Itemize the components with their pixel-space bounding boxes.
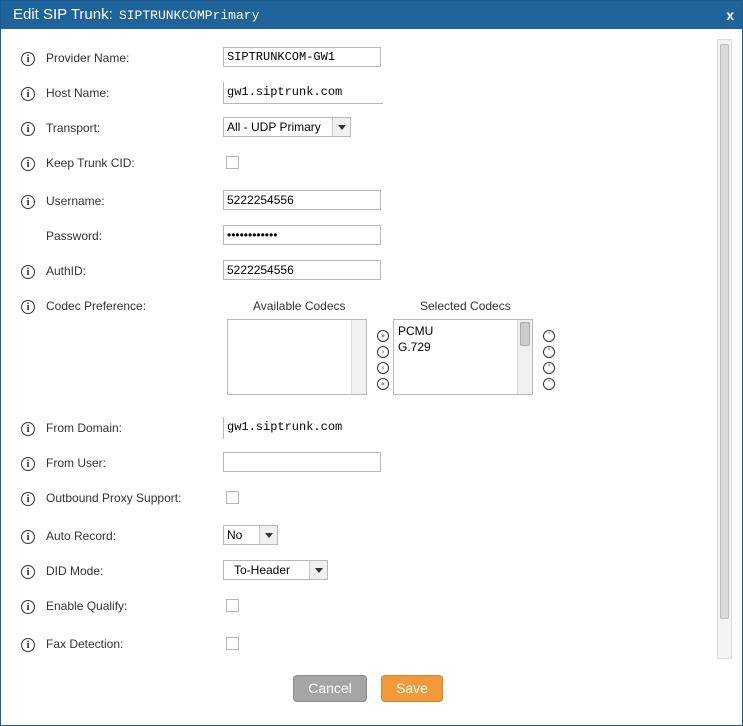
chevron-down-icon[interactable] [259, 526, 277, 544]
dialog-titlebar: Edit SIP Trunk: SIPTRUNKCOMPrimary x [1, 1, 742, 29]
move-all-left-icon[interactable]: « [377, 378, 389, 390]
fax-detection-label: Fax Detection: [46, 637, 124, 651]
content-scrollbar[interactable] [717, 39, 732, 659]
info-icon[interactable]: i [21, 157, 35, 171]
selected-codecs-list[interactable]: PCMU G.729 [393, 319, 533, 395]
enable-qualify-checkbox[interactable] [226, 599, 239, 612]
from-user-label: From User: [46, 456, 106, 470]
codec-preference-label: Codec Preference: [46, 299, 147, 313]
host-name-field[interactable]: gw1.siptrunk.com [223, 82, 383, 104]
available-codecs-list[interactable] [227, 319, 367, 395]
cancel-button[interactable]: Cancel [293, 675, 367, 702]
provider-name-label: Provider Name: [46, 51, 130, 65]
row-password: Password: [1, 225, 701, 249]
transport-select[interactable]: All - UDP Primary [223, 117, 351, 137]
auto-record-label: Auto Record: [46, 529, 117, 543]
row-transport: i Transport: All - UDP Primary [1, 117, 701, 141]
row-from-domain: i From Domain: gw1.siptrunk.com [1, 417, 701, 441]
content-scroll-thumb[interactable] [720, 44, 729, 619]
row-keep-trunk-cid: i Keep Trunk CID: [1, 152, 701, 176]
username-input[interactable] [223, 190, 381, 210]
from-user-input[interactable] [223, 452, 381, 472]
outbound-proxy-support-label: Outbound Proxy Support: [46, 491, 182, 505]
row-enable-qualify: i Enable Qualify: [1, 595, 701, 619]
password-input[interactable] [223, 225, 381, 245]
selected-codecs-header: Selected Codecs [420, 299, 511, 313]
authid-label: AuthID: [46, 264, 87, 278]
from-domain-label: From Domain: [46, 421, 123, 435]
auto-record-selected-value: No [227, 528, 243, 542]
provider-name-input[interactable] [223, 47, 381, 67]
info-icon[interactable]: i [21, 457, 35, 471]
info-icon[interactable]: i [21, 265, 35, 279]
row-provider-name: i Provider Name: [1, 47, 701, 71]
available-codecs-scrollbar[interactable] [351, 320, 366, 394]
info-icon[interactable]: i [21, 300, 35, 314]
available-codecs-header: Available Codecs [253, 299, 346, 313]
info-icon[interactable]: i [21, 638, 35, 652]
row-auto-record: i Auto Record: No [1, 525, 701, 549]
close-button[interactable]: x [726, 6, 734, 24]
keep-trunk-cid-label: Keep Trunk CID: [46, 156, 135, 170]
info-icon[interactable]: i [21, 565, 35, 579]
edit-sip-trunk-dialog: Edit SIP Trunk: SIPTRUNKCOMPrimary x i P… [0, 0, 743, 726]
auto-record-select[interactable]: No [223, 525, 278, 545]
dialog-footer [1, 712, 742, 725]
outbound-proxy-support-checkbox[interactable] [226, 491, 239, 504]
transport-selected-value: All - UDP Primary [227, 120, 321, 134]
info-icon[interactable]: i [21, 600, 35, 614]
dialog-title-trunk-name: SIPTRUNKCOMPrimary [118, 8, 260, 23]
move-all-right-icon[interactable]: » [377, 330, 389, 342]
row-from-user: i From User: [1, 452, 701, 476]
move-top-icon[interactable]: ˆ [543, 330, 555, 342]
chevron-down-icon[interactable] [332, 118, 350, 136]
move-left-icon[interactable]: ‹ [377, 362, 389, 374]
info-icon[interactable]: i [21, 492, 35, 506]
dialog-title: Edit SIP Trunk: SIPTRUNKCOMPrimary [13, 6, 259, 25]
move-bottom-icon[interactable]: ˇ [543, 378, 555, 390]
row-codec-preference: i Codec Preference: Available Codecs Sel… [1, 295, 701, 405]
row-authid: i AuthID: [1, 260, 701, 284]
row-fax-detection: i Fax Detection: [1, 633, 701, 657]
info-icon[interactable]: i [21, 195, 35, 209]
chevron-down-icon[interactable] [309, 561, 327, 579]
save-button[interactable]: Save [381, 675, 443, 702]
selected-codec-item[interactable]: G.729 [398, 340, 431, 354]
row-did-mode: i DID Mode: To-Header [1, 560, 701, 584]
info-icon[interactable]: i [21, 422, 35, 436]
password-label: Password: [46, 229, 103, 243]
info-icon[interactable]: i [21, 530, 35, 544]
username-label: Username: [46, 194, 105, 208]
host-name-label: Host Name: [46, 86, 110, 100]
row-host-name: i Host Name: gw1.siptrunk.com [1, 82, 701, 106]
dialog-content: i Provider Name: i Host Name: gw1.siptru… [1, 29, 742, 669]
selected-codecs-scrollbar[interactable] [517, 320, 532, 394]
info-icon[interactable]: i [21, 122, 35, 136]
row-username: i Username: [1, 190, 701, 214]
info-icon[interactable]: i [21, 52, 35, 66]
authid-input[interactable] [223, 260, 381, 280]
did-mode-select[interactable]: To-Header [223, 560, 328, 580]
row-outbound-proxy-support: i Outbound Proxy Support: [1, 487, 701, 511]
enable-qualify-label: Enable Qualify: [46, 599, 128, 613]
move-down-icon[interactable]: ˅ [543, 362, 555, 374]
did-mode-label: DID Mode: [46, 564, 104, 578]
fax-detection-checkbox[interactable] [226, 637, 239, 650]
selected-codec-item[interactable]: PCMU [398, 324, 433, 338]
move-up-icon[interactable]: ˄ [543, 346, 555, 358]
transport-label: Transport: [46, 121, 101, 135]
did-mode-selected-value: To-Header [234, 563, 291, 577]
from-domain-field[interactable]: gw1.siptrunk.com [223, 417, 383, 439]
keep-trunk-cid-checkbox[interactable] [226, 156, 239, 169]
dialog-title-prefix: Edit SIP Trunk: [13, 6, 113, 23]
move-right-icon[interactable]: › [377, 346, 389, 358]
info-icon[interactable]: i [21, 87, 35, 101]
selected-codecs-scroll-thumb[interactable] [520, 322, 530, 346]
